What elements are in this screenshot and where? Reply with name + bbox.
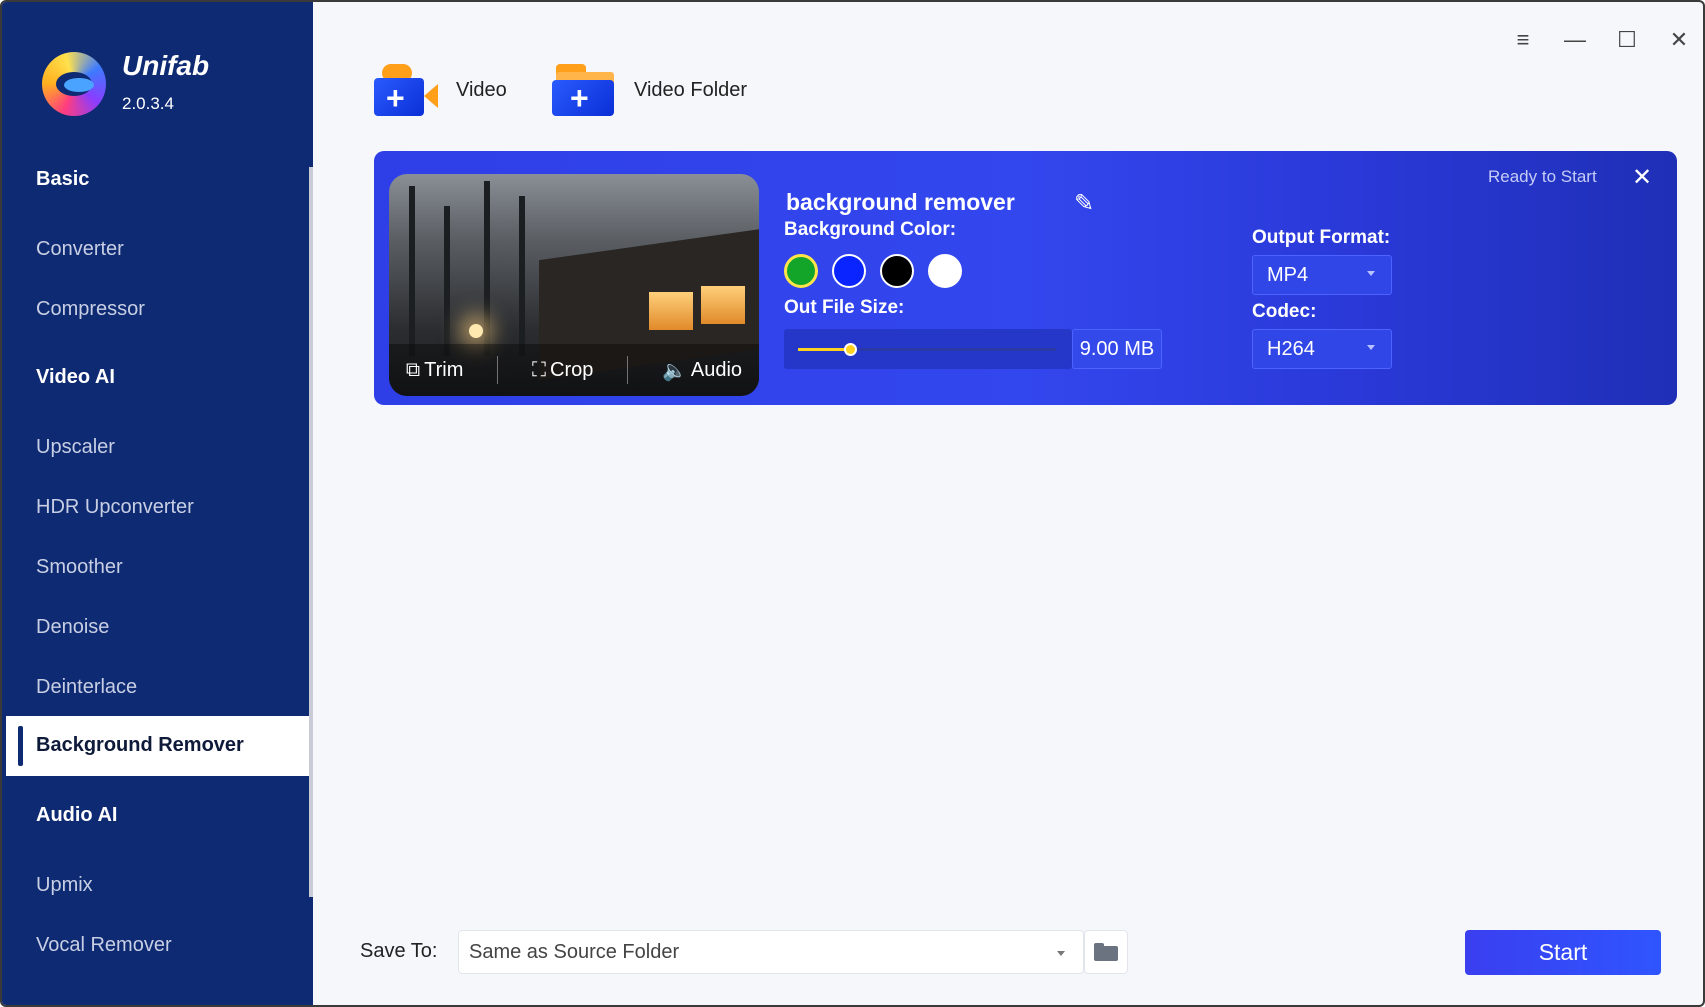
sidebar: Unifab 2.0.3.4 Basic Converter Compresso…	[2, 2, 313, 1005]
sidebar-item-deinterlace[interactable]: Deinterlace	[36, 676, 137, 699]
output-format-value: MP4	[1267, 263, 1309, 286]
codec-label: Codec:	[1252, 301, 1317, 322]
audio-label: Audio	[690, 358, 743, 381]
brand-name: Unifab	[122, 50, 210, 81]
browse-folder-button[interactable]	[1084, 930, 1128, 974]
codec-select[interactable]: H264	[1252, 329, 1392, 369]
save-to-label: Save To:	[360, 940, 438, 962]
add-folder-label: Video Folder	[634, 78, 748, 101]
sidebar-item-compressor[interactable]: Compressor	[36, 298, 145, 321]
active-indicator	[18, 726, 23, 766]
task-title: background remover	[786, 189, 1015, 215]
thumbnail-toolbar: ⧉ Trim ⛶ Crop 🔈 Audio	[389, 344, 759, 396]
sidebar-item-background-remover[interactable]: Background Remover	[6, 716, 309, 776]
sidebar-item-label: Background Remover	[36, 734, 244, 756]
sidebar-scrollbar[interactable]	[309, 167, 313, 897]
save-to-select[interactable]: Same as Source Folder	[458, 930, 1084, 974]
sidebar-item-upmix[interactable]: Upmix	[36, 874, 93, 897]
minimize-icon[interactable]: —	[1560, 26, 1590, 54]
edit-pencil-icon[interactable]: ✎	[1074, 189, 1094, 218]
crop-icon: ⛶	[532, 358, 547, 381]
add-folder-icon: +	[552, 62, 618, 118]
start-button[interactable]: Start	[1465, 930, 1661, 975]
trim-button[interactable]: ⧉ Trim	[406, 359, 464, 382]
color-swatch-green[interactable]	[784, 254, 818, 288]
color-swatch-blue[interactable]	[832, 254, 866, 288]
codec-value: H264	[1267, 337, 1315, 360]
trim-icon: ⧉	[405, 358, 421, 381]
chevron-down-icon	[1367, 271, 1375, 276]
chevron-down-icon	[1367, 345, 1375, 350]
sidebar-item-vocal-remover[interactable]: Vocal Remover	[36, 934, 172, 957]
status-badge: Ready to Start	[1488, 167, 1597, 186]
slider-track	[798, 343, 1056, 356]
folder-icon	[1094, 943, 1118, 961]
add-video-icon: +	[374, 62, 440, 118]
sidebar-item-converter[interactable]: Converter	[36, 238, 124, 261]
color-swatch-white[interactable]	[928, 254, 962, 288]
sidebar-item-denoise[interactable]: Denoise	[36, 616, 109, 639]
speaker-icon: 🔈	[661, 359, 687, 382]
sidebar-section-video-ai: Video AI	[36, 366, 115, 388]
sidebar-item-smoother[interactable]: Smoother	[36, 556, 123, 579]
menu-icon[interactable]: ≡	[1508, 26, 1538, 54]
slider-fill	[798, 348, 850, 351]
color-swatch-black[interactable]	[880, 254, 914, 288]
sidebar-item-hdr-upconverter[interactable]: HDR Upconverter	[36, 496, 194, 519]
add-video-label: Video	[456, 78, 507, 101]
file-size-value[interactable]: 9.00 MB	[1072, 329, 1162, 369]
video-thumbnail[interactable]: ⧉ Trim ⛶ Crop 🔈 Audio	[389, 174, 759, 396]
audio-button[interactable]: 🔈 Audio	[662, 358, 742, 383]
background-color-label: Background Color:	[784, 219, 957, 240]
add-video-button[interactable]: + Video	[374, 60, 507, 120]
output-format-select[interactable]: MP4	[1252, 255, 1392, 295]
crop-button[interactable]: ⛶ Crop	[532, 359, 593, 382]
sidebar-item-upscaler[interactable]: Upscaler	[36, 436, 115, 459]
trim-label: Trim	[424, 358, 464, 381]
save-to-value: Same as Source Folder	[469, 940, 680, 963]
add-video-folder-button[interactable]: + Video Folder	[552, 60, 747, 120]
slider-thumb[interactable]	[844, 343, 857, 356]
app-version: 2.0.3.4	[122, 94, 174, 113]
file-size-slider[interactable]	[784, 329, 1072, 369]
chevron-down-icon	[1057, 951, 1065, 956]
crop-label: Crop	[550, 358, 594, 381]
maximize-icon[interactable]: ☐	[1612, 26, 1642, 54]
sidebar-section-basic: Basic	[36, 168, 90, 190]
unifab-logo-icon	[42, 52, 106, 116]
app-window: Unifab 2.0.3.4 Basic Converter Compresso…	[0, 0, 1705, 1007]
sidebar-section-audio-ai: Audio AI	[36, 804, 118, 826]
close-icon[interactable]: ✕	[1664, 26, 1694, 54]
out-file-size-label: Out File Size:	[784, 297, 905, 318]
output-format-label: Output Format:	[1252, 227, 1391, 248]
task-card: ⧉ Trim ⛶ Crop 🔈 Audio background remover…	[374, 151, 1677, 405]
remove-task-close-icon[interactable]: ✕	[1632, 163, 1652, 192]
